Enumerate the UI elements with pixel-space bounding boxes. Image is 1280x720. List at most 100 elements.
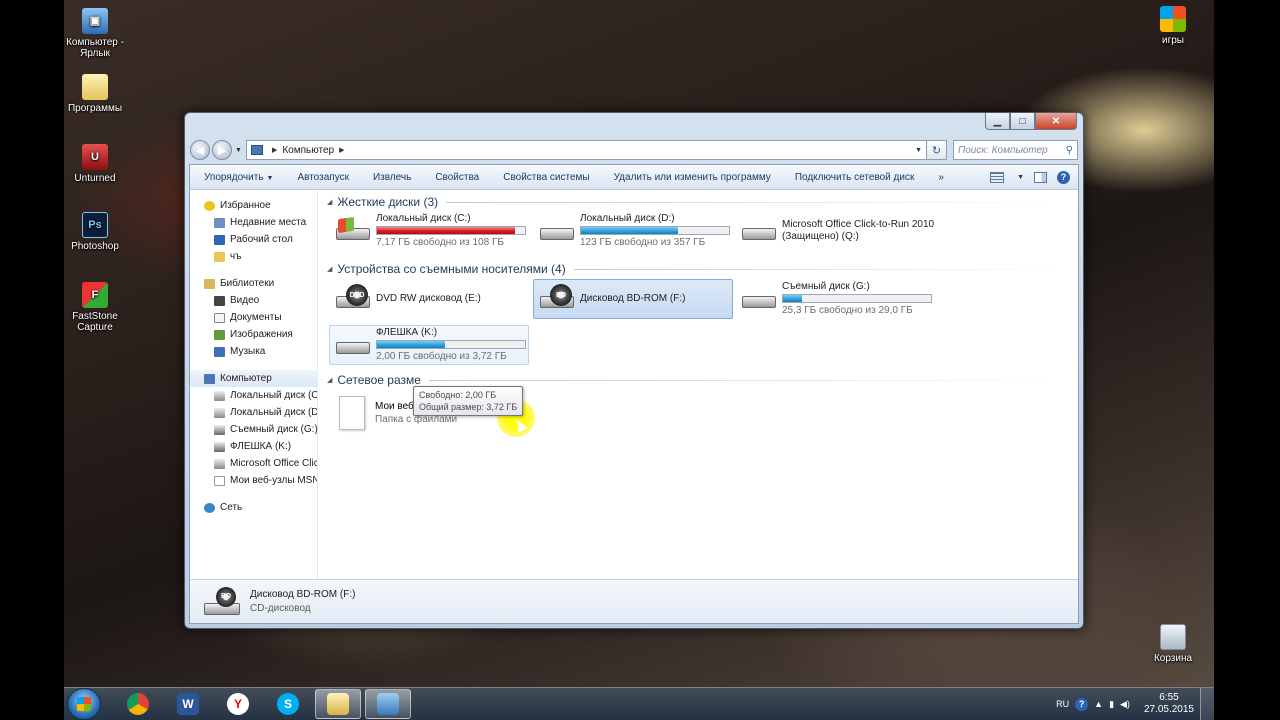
nav-drive-d[interactable]: Локальный диск (D	[190, 404, 317, 421]
removable-drive-icon	[334, 332, 372, 358]
desktop-icon-programs[interactable]: Программы	[64, 74, 126, 114]
taskbar-screenshot[interactable]	[365, 689, 411, 719]
group-label: Жесткие диски (3)	[337, 195, 439, 209]
refresh-button[interactable]: ↻	[927, 140, 947, 160]
desktop-icon-label: Корзина	[1153, 653, 1193, 664]
drive-usage-bar	[580, 226, 730, 235]
map-network-drive-button[interactable]: Подключить сетевой диск	[783, 172, 927, 183]
nav-computer[interactable]: Компьютер	[190, 370, 317, 387]
nav-pictures[interactable]: Изображения	[190, 326, 317, 343]
properties-button[interactable]: Свойства	[423, 172, 491, 183]
chevron-down-icon: ▼	[266, 174, 274, 182]
drive-tile-d[interactable]: Локальный диск (D:) 123 ГБ свободно из 3…	[533, 211, 730, 251]
nav-video[interactable]: Видео	[190, 292, 317, 309]
desktop-icon-unturned[interactable]: U Unturned	[64, 144, 126, 184]
explorer-icon	[327, 693, 349, 715]
clock[interactable]: 6:55 27.05.2015	[1144, 692, 1194, 716]
minimize-button[interactable]: ▁	[985, 113, 1010, 130]
volume-icon[interactable]: ◀)	[1120, 699, 1130, 710]
removable-drive-icon	[740, 286, 778, 312]
change-view-icon[interactable]	[990, 171, 1005, 183]
show-desktop-button[interactable]	[1200, 687, 1214, 720]
uninstall-program-button[interactable]: Удалить или изменить программу	[602, 172, 783, 183]
nav-favorites[interactable]: Избранное	[190, 197, 317, 214]
drive-name: Локальный диск (D:)	[580, 213, 675, 224]
close-button[interactable]: ✕	[1035, 113, 1077, 130]
desktop-icon-photoshop[interactable]: Ps Photoshop	[64, 212, 126, 252]
drive-tile-q[interactable]: Microsoft Office Click-to-Run 2010 (Защи…	[735, 211, 975, 251]
desktop-icon-games[interactable]: игры	[1142, 6, 1204, 46]
desktop-icon-faststone[interactable]: F FastStone Capture	[64, 282, 126, 333]
language-indicator[interactable]: RU	[1056, 699, 1069, 709]
letterbox-left	[0, 0, 64, 720]
drive-tile-f[interactable]: BD Дисковод BD-ROM (F:)	[533, 279, 733, 319]
maximize-button[interactable]: □	[1010, 113, 1035, 130]
taskbar-word[interactable]: W	[165, 689, 211, 719]
organize-label: Упорядочить	[204, 171, 264, 183]
desktop-icon-computer-shortcut[interactable]: ▣ Компьютер - Ярлык	[64, 8, 126, 59]
more-commands-button[interactable]: »	[926, 172, 956, 183]
nav-drive-c[interactable]: Локальный диск (C:	[190, 387, 317, 404]
nav-libraries[interactable]: Библиотеки	[190, 275, 317, 292]
nav-label: Microsoft Office Clic	[230, 458, 318, 469]
taskbar-chrome[interactable]	[115, 689, 161, 719]
nav-msn-sites[interactable]: Мои веб-узлы MSN	[190, 472, 317, 489]
group-removable[interactable]: ◢ Устройства со съемными носителями (4)	[327, 261, 1070, 277]
group-hard-drives[interactable]: ◢ Жесткие диски (3)	[327, 194, 1070, 210]
search-input[interactable]: Поиск: Компьютер ⚲	[953, 140, 1078, 160]
drive-tile-k[interactable]: ФЛЕШКА (K:) 2,00 ГБ свободно из 3,72 ГБ	[329, 325, 529, 365]
eject-button[interactable]: Извлечь	[361, 172, 423, 183]
drive-tile-g[interactable]: Съемный диск (G:) 25,3 ГБ свободно из 29…	[735, 279, 955, 319]
drive-name: DVD RW дисковод (E:)	[376, 293, 481, 304]
view-dropdown-icon[interactable]: ▼	[1017, 174, 1024, 181]
forward-button[interactable]: ▶	[212, 140, 232, 160]
network-icon[interactable]: ▮	[1109, 699, 1114, 710]
back-button[interactable]: ◀	[190, 140, 210, 160]
taskbar-yandex[interactable]: Y	[215, 689, 261, 719]
desktop-icon-recycle-bin[interactable]: Корзина	[1142, 624, 1204, 664]
organize-button[interactable]: Упорядочить ▼	[198, 172, 285, 183]
start-button[interactable]	[67, 688, 101, 720]
breadcrumb-computer[interactable]: Компьютер	[282, 145, 334, 156]
help-icon[interactable]: ?	[1057, 170, 1070, 184]
drive-tile-c[interactable]: Локальный диск (C:) 7,17 ГБ свободно из …	[329, 211, 526, 251]
star-icon	[204, 200, 215, 211]
nav-drive-k[interactable]: ФЛЕШКА (K:)	[190, 438, 317, 455]
help-icon[interactable]: ?	[1075, 697, 1089, 711]
dvd-drive-icon: DVD	[334, 284, 372, 312]
taskbar: W Y S RU ? ▲ ▮ ◀) 6:55 27.05.2015	[64, 687, 1214, 720]
breadcrumb-separator-icon[interactable]: ▶	[272, 146, 277, 154]
nav-desktop[interactable]: Рабочий стол	[190, 231, 317, 248]
nav-office-drive[interactable]: Microsoft Office Clic	[190, 455, 317, 472]
nav-documents[interactable]: Документы	[190, 309, 317, 326]
preview-pane-icon[interactable]	[1034, 171, 1047, 183]
chrome-icon	[127, 693, 149, 715]
taskbar-explorer[interactable]	[315, 689, 361, 719]
address-bar[interactable]: ▶ Компьютер ▶ ▼	[245, 140, 927, 160]
nav-folder-ch[interactable]: чъ	[190, 248, 317, 265]
breadcrumb-separator-icon[interactable]: ▶	[339, 146, 344, 154]
system-properties-button[interactable]: Свойства системы	[491, 172, 601, 183]
nav-drive-g[interactable]: Съемный диск (G:)	[190, 421, 317, 438]
drive-tile-e[interactable]: DVD DVD RW дисковод (E:)	[329, 279, 525, 319]
tray-arrow-icon[interactable]: ▲	[1094, 699, 1103, 709]
nav-label: Избранное	[220, 200, 271, 211]
drive-usage-fill	[783, 295, 802, 302]
navigation-pane: Избранное Недавние места Рабочий стол чъ…	[190, 191, 318, 579]
pictures-icon	[214, 329, 225, 340]
nav-network[interactable]: Сеть	[190, 499, 317, 516]
drive-free-space: 2,00 ГБ свободно из 3,72 ГБ	[376, 351, 507, 362]
nav-music[interactable]: Музыка	[190, 343, 317, 360]
recent-pages-dropdown[interactable]: ▼	[235, 147, 242, 154]
autoplay-button[interactable]: Автозапуск	[285, 172, 361, 183]
search-icon[interactable]: ⚲	[1066, 145, 1073, 156]
file-icon	[339, 396, 365, 430]
search-placeholder: Поиск: Компьютер	[958, 144, 1048, 156]
nav-recent-places[interactable]: Недавние места	[190, 214, 317, 231]
taskbar-skype[interactable]: S	[265, 689, 311, 719]
documents-icon	[214, 312, 225, 323]
drive-name: Microsoft Office Click-to-Run 2010	[782, 219, 935, 230]
address-dropdown-icon[interactable]: ▼	[915, 147, 922, 154]
desktop-icon-label: игры	[1162, 35, 1184, 46]
nav-label: Локальный диск (D	[230, 407, 318, 418]
